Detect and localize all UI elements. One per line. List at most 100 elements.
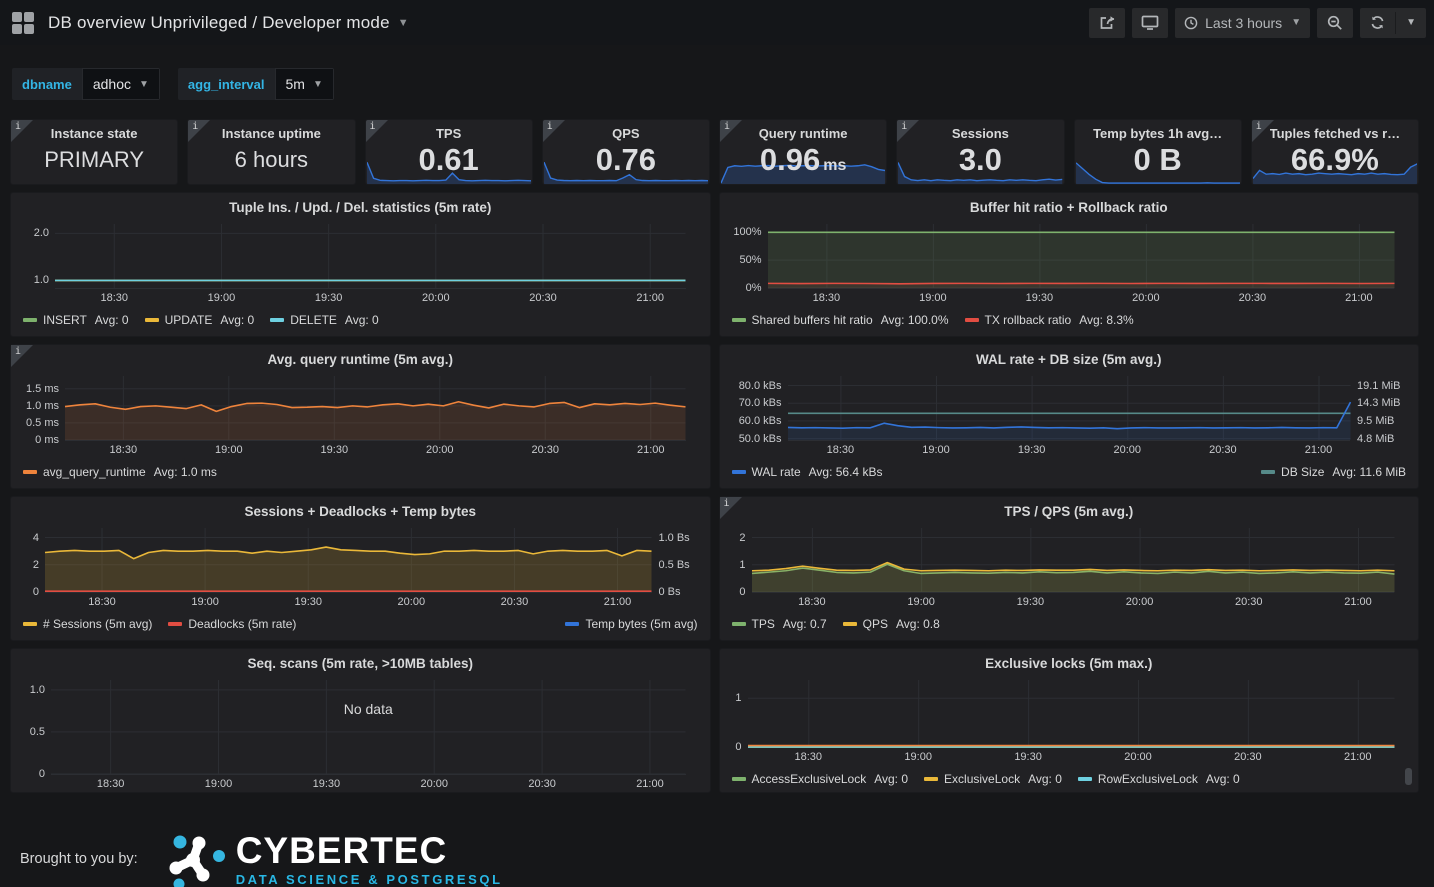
legend-item[interactable]: ExclusiveLockAvg: 0 bbox=[924, 769, 1062, 789]
dashboard-title[interactable]: DB overview Unprivileged / Developer mod… bbox=[48, 13, 390, 33]
plot-area[interactable]: 0%50%100% bbox=[768, 224, 1395, 289]
legend-item[interactable]: Shared buffers hit ratioAvg: 100.0% bbox=[732, 310, 949, 330]
stat-panel-title[interactable]: TPS bbox=[436, 126, 461, 141]
legend-item[interactable]: AccessExclusiveLockAvg: 0 bbox=[732, 769, 909, 789]
legend-item[interactable]: TPSAvg: 0.7 bbox=[732, 614, 827, 634]
x-axis-label: 20:30 bbox=[1209, 444, 1237, 456]
legend-item[interactable]: DELETE Avg: 0 bbox=[270, 310, 379, 330]
refresh-button[interactable] bbox=[1360, 8, 1395, 38]
panel-info-icon[interactable]: i bbox=[897, 120, 919, 142]
legend-color-dash bbox=[565, 622, 579, 626]
legend-item[interactable]: Temp bytes (5m avg) bbox=[565, 614, 697, 634]
legend-series-name: Deadlocks (5m rate) bbox=[188, 614, 296, 634]
time-range-picker[interactable]: Last 3 hours ▼ bbox=[1175, 8, 1310, 38]
legend-series-name: DELETE bbox=[290, 310, 337, 330]
legend-item[interactable]: UPDATEAvg: 0 bbox=[145, 310, 255, 330]
tv-mode-icon bbox=[1141, 15, 1159, 30]
cybertec-name: CYBERTEC bbox=[236, 832, 503, 869]
legend-item[interactable]: TX rollback ratioAvg: 8.3% bbox=[965, 310, 1134, 330]
panel-info-icon[interactable]: i bbox=[720, 497, 742, 519]
legend-series-avg: Avg: 0.7 bbox=[783, 614, 827, 634]
legend-item[interactable]: RowExclusiveLockAvg: 0 bbox=[1078, 769, 1240, 789]
refresh-interval-caret[interactable]: ▼ bbox=[1396, 8, 1426, 38]
stat-panel-title[interactable]: Query runtime bbox=[759, 126, 848, 141]
y-axis-label: 0.5 ms bbox=[26, 417, 65, 429]
stat-panel-title[interactable]: QPS bbox=[612, 126, 639, 141]
x-axis-label: 19:00 bbox=[191, 596, 219, 608]
plot-area[interactable]: No data 00.51.0 bbox=[51, 680, 686, 775]
cybertec-logo: CYBERTEC DATA SCIENCE & POSTGRESQL bbox=[162, 829, 503, 887]
panel-info-icon[interactable]: i bbox=[188, 120, 210, 142]
legend-item[interactable]: QPSAvg: 0.8 bbox=[843, 614, 940, 634]
y-axis-label: 0 bbox=[39, 768, 51, 780]
y-axis-label: 0.5 bbox=[30, 726, 51, 738]
x-axis-label: 19:00 bbox=[215, 444, 243, 456]
stat-panel-title[interactable]: Sessions bbox=[952, 126, 1009, 141]
stat-panel-title[interactable]: Tuples fetched vs r… bbox=[1270, 126, 1401, 141]
legend-item[interactable]: ShareRowExclusiveLockAvg: 0 bbox=[732, 789, 926, 792]
dashboard-title-caret-icon[interactable]: ▼ bbox=[398, 17, 409, 29]
plot-area[interactable]: 0240 Bs0.5 Bs1.0 Bs bbox=[45, 528, 652, 593]
graph-panel-title[interactable]: Avg. query runtime (5m avg.) bbox=[21, 345, 700, 371]
plot-area[interactable]: 012 bbox=[752, 528, 1395, 593]
stat-panel-value: 66.9% bbox=[1291, 144, 1379, 175]
graph-panel-title[interactable]: Exclusive locks (5m max.) bbox=[730, 649, 1409, 675]
x-axis-label: 19:00 bbox=[205, 778, 233, 790]
variable-value-dropdown[interactable]: adhoc ▼ bbox=[82, 68, 160, 100]
stat-panel-title[interactable]: Instance uptime bbox=[222, 126, 321, 141]
x-axis-label: 19:30 bbox=[1026, 292, 1054, 304]
panel-info-icon[interactable]: i bbox=[720, 120, 742, 142]
plot-area[interactable]: 50.0 kBs60.0 kBs70.0 kBs80.0 kBs4.8 MiB9… bbox=[788, 376, 1351, 441]
stat-value-unit: ms bbox=[823, 158, 846, 174]
plot-canvas bbox=[768, 224, 1395, 288]
refresh-button-group: ▼ bbox=[1360, 8, 1426, 38]
plot-area[interactable]: 1.02.0 bbox=[55, 224, 686, 289]
graph-panel-title[interactable]: Buffer hit ratio + Rollback ratio bbox=[730, 193, 1409, 219]
panel-info-icon[interactable]: i bbox=[366, 120, 388, 142]
legend-series-name: WAL rate bbox=[752, 462, 801, 482]
legend-item[interactable]: ShareUpdateExclusiveLockAvg: 0 bbox=[941, 789, 1150, 792]
legend-color-dash bbox=[843, 622, 857, 626]
cybertec-mark-icon bbox=[162, 829, 228, 887]
legend-series-name: QPS bbox=[863, 614, 888, 634]
brought-to-you-text: Brought to you by: bbox=[20, 851, 138, 867]
legend-series-avg: Avg: 0 bbox=[345, 310, 379, 330]
legend-item[interactable]: INSERTAvg: 0 bbox=[23, 310, 129, 330]
legend-item[interactable]: # Sessions (5m avg) bbox=[23, 614, 152, 634]
plot-area[interactable]: 01 bbox=[748, 680, 1395, 748]
variable-label: dbname bbox=[12, 68, 82, 100]
legend-item[interactable]: avg_query_runtimeAvg: 1.0 ms bbox=[23, 462, 217, 482]
plot-area[interactable]: 0 ms0.5 ms1.0 ms1.5 ms bbox=[65, 376, 686, 441]
legend-color-dash bbox=[732, 470, 746, 474]
panel-info-icon[interactable]: i bbox=[11, 120, 33, 142]
legend-wrap: TPSAvg: 0.7 QPSAvg: 0.8 bbox=[730, 610, 1409, 640]
variable-value-dropdown[interactable]: 5m ▼ bbox=[275, 68, 334, 100]
y-axis-label-right: 4.8 MiB bbox=[1350, 433, 1394, 445]
panel-info-icon[interactable]: i bbox=[11, 345, 33, 367]
stat-panel: i Tuples fetched vs r… 66.9% bbox=[1251, 119, 1419, 185]
graph-panel-title[interactable]: WAL rate + DB size (5m avg.) bbox=[730, 345, 1409, 371]
x-axis-label: 20:00 bbox=[398, 596, 426, 608]
legend-color-dash bbox=[23, 470, 37, 474]
graph-panel-title[interactable]: TPS / QPS (5m avg.) bbox=[730, 497, 1409, 523]
graph-panel-title[interactable]: Tuple Ins. / Upd. / Del. statistics (5m … bbox=[21, 193, 700, 219]
plot-canvas bbox=[51, 680, 686, 774]
grafana-logo-icon[interactable] bbox=[12, 12, 34, 34]
legend-scrollbar[interactable] bbox=[1405, 768, 1412, 785]
panel-info-icon[interactable]: i bbox=[1252, 120, 1274, 142]
graph-panel-title[interactable]: Seq. scans (5m rate, >10MB tables) bbox=[21, 649, 700, 675]
legend-item[interactable]: WAL rateAvg: 56.4 kBs bbox=[732, 462, 883, 482]
zoom-out-button[interactable] bbox=[1317, 8, 1353, 38]
stat-panel-title[interactable]: Instance state bbox=[51, 126, 138, 141]
legend-color-dash bbox=[732, 777, 746, 781]
panel-info-icon[interactable]: i bbox=[543, 120, 565, 142]
share-button[interactable] bbox=[1089, 8, 1125, 38]
graph-panel-title[interactable]: Sessions + Deadlocks + Temp bytes bbox=[21, 497, 700, 523]
y-axis-label: 100% bbox=[733, 226, 767, 238]
tv-mode-button[interactable] bbox=[1132, 8, 1168, 38]
legend-item[interactable]: Deadlocks (5m rate) bbox=[168, 614, 296, 634]
stat-panel-title[interactable]: Temp bytes 1h avg… bbox=[1093, 126, 1222, 141]
x-axis-label: 18:30 bbox=[813, 292, 841, 304]
legend-item[interactable]: DB SizeAvg: 11.6 MiB bbox=[1261, 462, 1406, 482]
legend-series-avg: Avg: 100.0% bbox=[881, 310, 949, 330]
